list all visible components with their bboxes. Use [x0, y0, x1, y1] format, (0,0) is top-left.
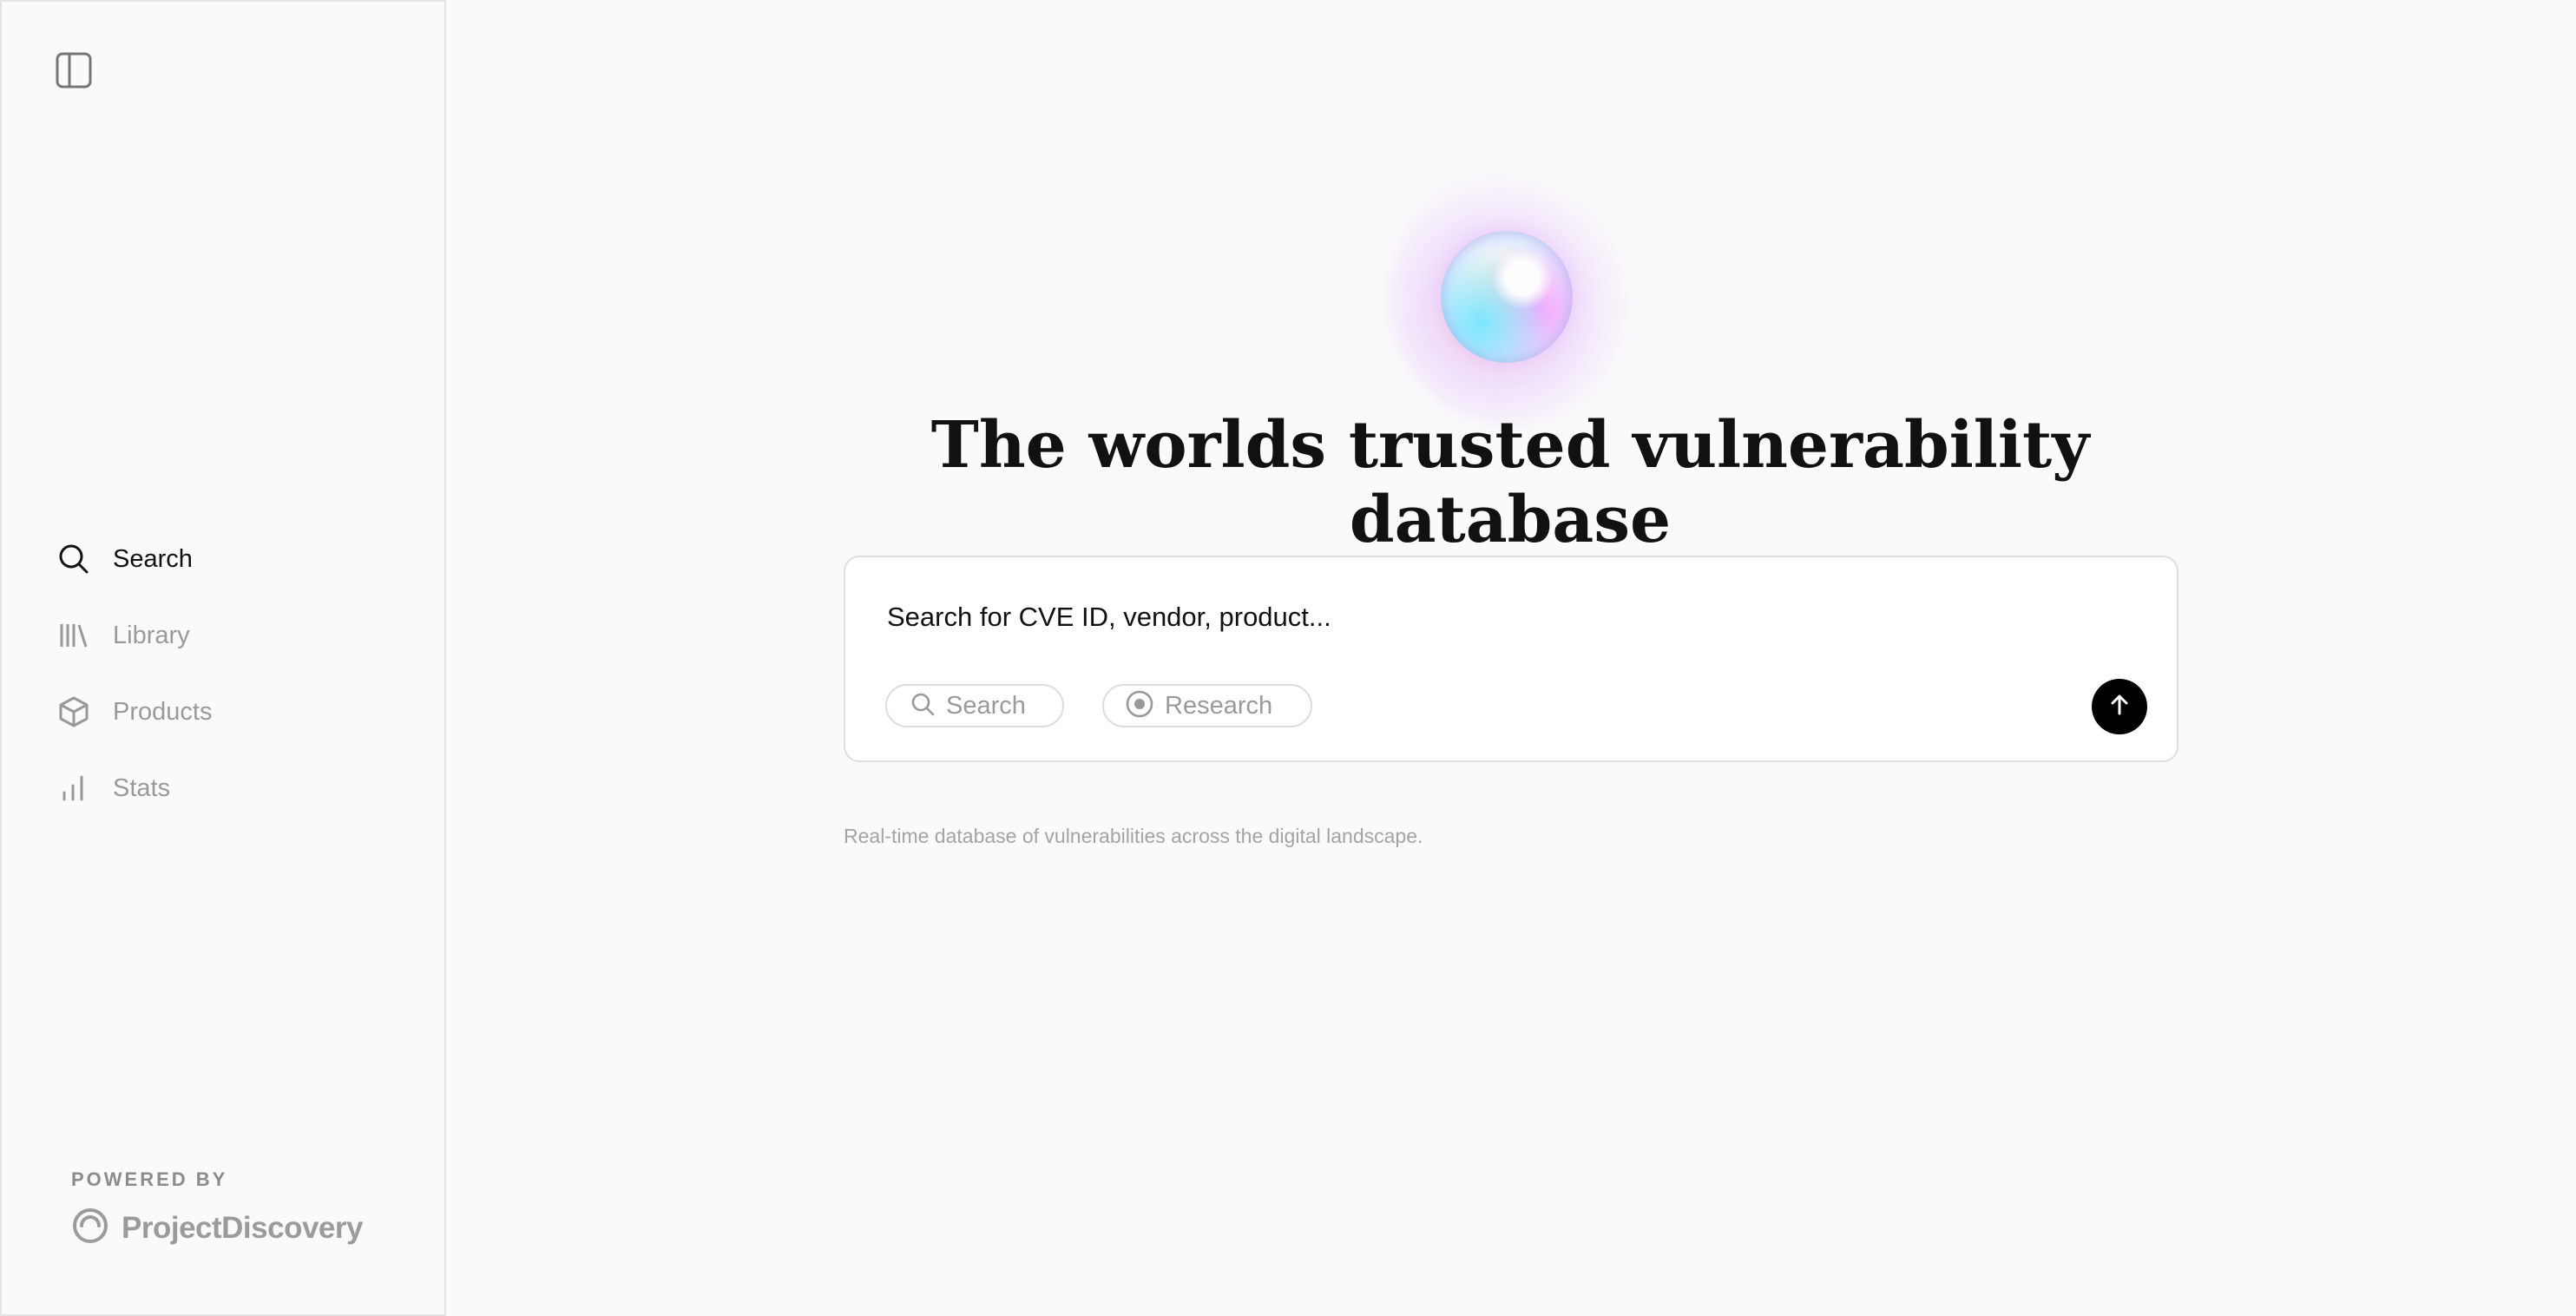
sidebar: Search Library Products Stats POWERED BY	[0, 0, 446, 1316]
search-input[interactable]	[885, 595, 2017, 639]
sidebar-item-label: Search	[113, 544, 193, 573]
brand-name: ProjectDiscovery	[122, 1210, 363, 1245]
sidebar-item-stats[interactable]: Stats	[57, 750, 212, 826]
brand-logo[interactable]: ProjectDiscovery	[69, 1205, 363, 1251]
search-mode-button[interactable]: Search	[885, 684, 1064, 727]
package-icon	[57, 695, 90, 728]
tagline: Real-time database of vulnerabilities ac…	[844, 825, 1423, 847]
sidebar-item-label: Stats	[113, 773, 171, 802]
sidebar-item-products[interactable]: Products	[57, 674, 212, 750]
orb-logo-icon	[1441, 231, 1573, 363]
research-mode-button[interactable]: Research	[1102, 684, 1312, 727]
sidebar-toggle-icon[interactable]	[54, 50, 94, 90]
sidebar-nav: Search Library Products Stats	[57, 521, 212, 826]
page-title: The worlds trusted vulnerability databas…	[930, 408, 2090, 557]
arrow-up-icon	[2107, 693, 2132, 721]
submit-button[interactable]	[2092, 679, 2147, 734]
research-mode-label: Research	[1165, 691, 1273, 720]
bar-chart-icon	[57, 772, 90, 805]
powered-by-label: POWERED BY	[71, 1168, 228, 1190]
sidebar-item-label: Library	[113, 621, 190, 649]
sidebar-item-library[interactable]: Library	[57, 597, 212, 674]
search-panel: Search Research	[844, 556, 2178, 762]
search-mode-label: Search	[946, 691, 1026, 720]
radio-target-icon	[1125, 689, 1154, 723]
sidebar-item-search[interactable]: Search	[57, 521, 212, 597]
search-icon	[910, 691, 936, 721]
projectdiscovery-logo-icon	[69, 1205, 111, 1251]
search-icon	[57, 543, 90, 576]
library-icon	[57, 619, 90, 652]
sidebar-item-label: Products	[113, 697, 213, 726]
